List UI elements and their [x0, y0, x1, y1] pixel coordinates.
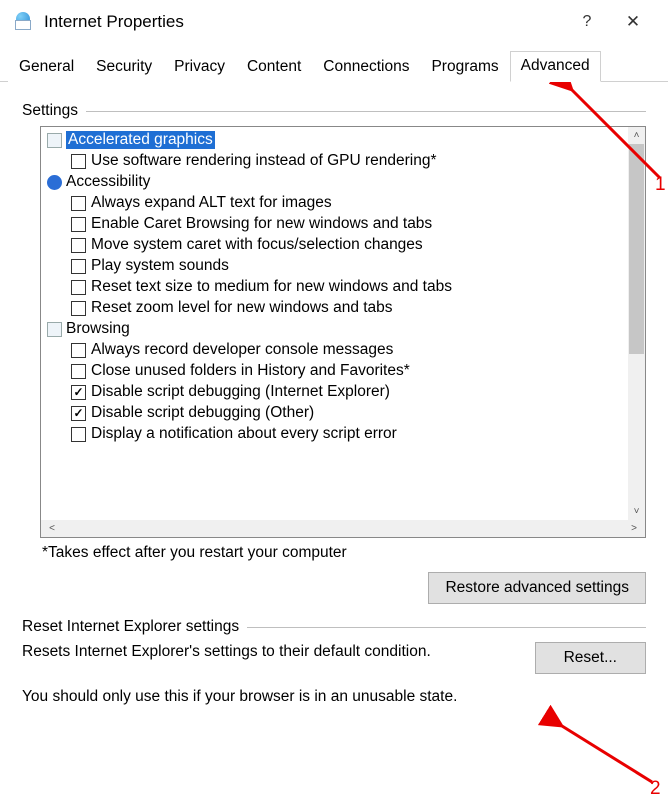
window-category-icon	[47, 322, 62, 337]
option-play-sounds[interactable]: Play system sounds	[43, 255, 645, 276]
checkbox-icon[interactable]	[71, 385, 86, 400]
checkbox-icon[interactable]	[71, 427, 86, 442]
checkbox-icon[interactable]	[71, 406, 86, 421]
horizontal-scrollbar[interactable]: < >	[41, 520, 645, 537]
option-expand-alt[interactable]: Always expand ALT text for images	[43, 192, 645, 213]
tab-strip: General Security Privacy Content Connect…	[0, 46, 668, 82]
option-label: Display a notification about every scrip…	[91, 425, 397, 443]
option-label: Enable Caret Browsing for new windows an…	[91, 215, 432, 233]
settings-group: Settings Accelerated graphics Use softwa…	[22, 102, 646, 604]
tab-privacy[interactable]: Privacy	[163, 52, 236, 82]
settings-tree[interactable]: Accelerated graphics Use software render…	[40, 126, 646, 538]
scroll-thumb[interactable]	[629, 144, 644, 354]
scroll-left-icon[interactable]: <	[41, 520, 63, 537]
option-label: Always expand ALT text for images	[91, 194, 332, 212]
category-accelerated-graphics[interactable]: Accelerated graphics	[43, 129, 645, 150]
annotation-arrow-2: 2	[552, 720, 668, 804]
settings-group-title: Settings	[22, 102, 86, 120]
tab-security[interactable]: Security	[85, 52, 163, 82]
option-label: Reset text size to medium for new window…	[91, 278, 452, 296]
option-label: Disable script debugging (Internet Explo…	[91, 383, 390, 401]
checkbox-icon[interactable]	[71, 259, 86, 274]
tab-programs[interactable]: Programs	[420, 52, 509, 82]
divider	[86, 111, 646, 112]
option-label: Play system sounds	[91, 257, 229, 275]
reset-group-title: Reset Internet Explorer settings	[22, 618, 247, 636]
svg-text:2: 2	[650, 778, 661, 799]
tab-connections[interactable]: Connections	[312, 52, 420, 82]
option-record-console[interactable]: Always record developer console messages	[43, 339, 645, 360]
accessibility-category-icon	[47, 175, 62, 190]
option-label: Use software rendering instead of GPU re…	[91, 152, 437, 170]
category-label: Accelerated graphics	[66, 131, 215, 149]
category-browsing[interactable]: Browsing	[43, 318, 645, 339]
help-button[interactable]: ?	[564, 8, 610, 36]
option-label: Disable script debugging (Other)	[91, 404, 314, 422]
scroll-track[interactable]	[63, 520, 623, 537]
checkbox-icon[interactable]	[71, 364, 86, 379]
option-use-software-rendering[interactable]: Use software rendering instead of GPU re…	[43, 150, 645, 171]
option-label: Reset zoom level for new windows and tab…	[91, 299, 393, 317]
tab-general[interactable]: General	[8, 52, 85, 82]
option-label: Close unused folders in History and Favo…	[91, 362, 410, 380]
scroll-down-icon[interactable]: ˅	[628, 503, 645, 520]
checkbox-icon[interactable]	[71, 280, 86, 295]
window-title: Internet Properties	[44, 12, 184, 32]
option-disable-script-ie[interactable]: Disable script debugging (Internet Explo…	[43, 381, 645, 402]
option-label: Always record developer console messages	[91, 341, 393, 359]
checkbox-icon[interactable]	[71, 196, 86, 211]
category-label: Accessibility	[66, 173, 150, 191]
internet-options-icon	[14, 12, 34, 32]
scroll-track[interactable]	[628, 144, 645, 503]
restart-note: *Takes effect after you restart your com…	[42, 544, 646, 562]
category-label: Browsing	[66, 320, 130, 338]
scroll-up-icon[interactable]: ˄	[628, 127, 645, 144]
option-reset-zoom[interactable]: Reset zoom level for new windows and tab…	[43, 297, 645, 318]
checkbox-icon[interactable]	[71, 301, 86, 316]
checkbox-icon[interactable]	[71, 343, 86, 358]
checkbox-icon[interactable]	[71, 238, 86, 253]
close-button[interactable]: ✕	[610, 8, 656, 36]
option-label: Move system caret with focus/selection c…	[91, 236, 423, 254]
option-disable-script-other[interactable]: Disable script debugging (Other)	[43, 402, 645, 423]
checkbox-icon[interactable]	[71, 217, 86, 232]
title-bar: Internet Properties ? ✕	[0, 0, 668, 46]
category-accessibility[interactable]: Accessibility	[43, 171, 645, 192]
reset-button[interactable]: Reset...	[535, 642, 646, 674]
tab-advanced[interactable]: Advanced	[510, 51, 601, 82]
restore-advanced-button[interactable]: Restore advanced settings	[428, 572, 646, 604]
tab-content[interactable]: Content	[236, 52, 312, 82]
divider	[247, 627, 646, 628]
vertical-scrollbar[interactable]: ˄ ˅	[628, 127, 645, 520]
option-caret-browsing[interactable]: Enable Caret Browsing for new windows an…	[43, 213, 645, 234]
reset-warning: You should only use this if your browser…	[22, 688, 646, 706]
reset-group: Reset Internet Explorer settings Resets …	[22, 618, 646, 706]
option-close-unused-folders[interactable]: Close unused folders in History and Favo…	[43, 360, 645, 381]
scroll-right-icon[interactable]: >	[623, 520, 645, 537]
reset-description: Resets Internet Explorer's settings to t…	[22, 642, 509, 663]
option-display-script-error[interactable]: Display a notification about every scrip…	[43, 423, 645, 444]
checkbox-icon[interactable]	[71, 154, 86, 169]
option-move-caret[interactable]: Move system caret with focus/selection c…	[43, 234, 645, 255]
window-category-icon	[47, 133, 62, 148]
option-reset-text-size[interactable]: Reset text size to medium for new window…	[43, 276, 645, 297]
